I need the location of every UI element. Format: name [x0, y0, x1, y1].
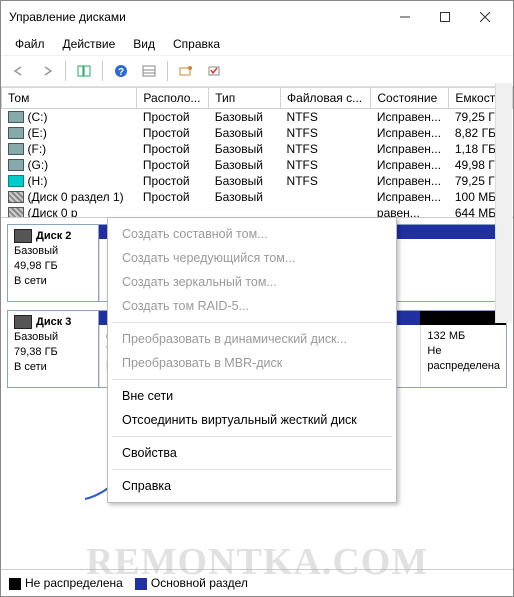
- svg-text:?: ?: [118, 67, 124, 78]
- ctx-offline[interactable]: Вне сети: [108, 384, 396, 408]
- volume-name: (H:): [28, 174, 48, 188]
- volume-name: (C:): [28, 110, 48, 124]
- disk-icon: [14, 229, 32, 243]
- legend: Не распределена Основной раздел: [1, 569, 513, 596]
- ctx-mirrored-volume: Создать зеркальный том...: [108, 270, 396, 294]
- volume-name: (Диск 0 раздел 1): [28, 190, 124, 204]
- table-row[interactable]: (G:)ПростойБазовыйNTFSИсправен...49,98 Г…: [2, 157, 513, 173]
- scrollbar-vertical[interactable]: [495, 83, 512, 323]
- volume-icon: [8, 111, 24, 123]
- table-row[interactable]: (C:)ПростойБазовыйNTFSИсправен...79,25 Г…: [2, 109, 513, 126]
- disk-info: Диск 3Базовый79,38 ГБВ сети: [8, 311, 99, 387]
- table-row[interactable]: (E:)ПростойБазовыйNTFSИсправен...8,82 ГБ: [2, 125, 513, 141]
- window-title: Управление дисками: [9, 10, 385, 24]
- partition-header: [420, 311, 506, 325]
- menu-file[interactable]: Файл: [7, 35, 53, 53]
- ctx-convert-dynamic: Преобразовать в динамический диск...: [108, 327, 396, 351]
- ctx-spanned-volume: Создать составной том...: [108, 222, 396, 246]
- table-row[interactable]: (H:)ПростойБазовыйNTFSИсправен...79,25 Г…: [2, 173, 513, 189]
- view-grid-button[interactable]: [72, 59, 96, 83]
- partition[interactable]: 132 МБНе распределена: [420, 311, 506, 387]
- table-row[interactable]: (F:)ПростойБазовыйNTFSИсправен...1,18 ГБ: [2, 141, 513, 157]
- volume-name: (E:): [28, 126, 47, 140]
- volume-name: (G:): [28, 158, 49, 172]
- ctx-raid5-volume: Создать том RAID-5...: [108, 294, 396, 318]
- settings-button[interactable]: [174, 59, 198, 83]
- col-status[interactable]: Состояние: [371, 88, 449, 109]
- legend-unallocated: Не распределена: [9, 576, 123, 590]
- toolbar: ?: [1, 55, 513, 87]
- col-volume[interactable]: Том: [2, 88, 137, 109]
- properties-button[interactable]: [202, 59, 226, 83]
- view-list-button[interactable]: [137, 59, 161, 83]
- menu-action[interactable]: Действие: [55, 35, 124, 53]
- table-row[interactable]: (Диск 0 раздел 1)ПростойБазовыйИсправен.…: [2, 189, 513, 205]
- volume-name: (Диск 0 р: [28, 206, 78, 218]
- context-menu: Создать составной том... Создать чередую…: [107, 217, 397, 503]
- minimize-button[interactable]: [385, 2, 425, 32]
- help-button[interactable]: ?: [109, 59, 133, 83]
- ctx-striped-volume: Создать чередующийся том...: [108, 246, 396, 270]
- menu-bar: Файл Действие Вид Справка: [1, 33, 513, 55]
- back-button[interactable]: [7, 59, 31, 83]
- maximize-button[interactable]: [425, 2, 465, 32]
- menu-view[interactable]: Вид: [125, 35, 163, 53]
- volume-icon: [8, 191, 24, 203]
- volume-name: (F:): [28, 142, 47, 156]
- disk-info: Диск 2Базовый49,98 ГБВ сети: [8, 225, 99, 301]
- menu-help[interactable]: Справка: [165, 35, 228, 53]
- window: Управление дисками Файл Действие Вид Спр…: [0, 0, 514, 597]
- volume-icon: [8, 207, 24, 218]
- volume-icon: [8, 143, 24, 155]
- col-type[interactable]: Тип: [209, 88, 281, 109]
- ctx-convert-mbr: Преобразовать в MBR-диск: [108, 351, 396, 375]
- legend-primary: Основной раздел: [135, 576, 248, 590]
- volume-list[interactable]: Том Располо... Тип Файловая с... Состоян…: [1, 87, 513, 218]
- volume-icon: [8, 127, 24, 139]
- partition-body: 132 МБНе распределена: [420, 325, 506, 387]
- disk-icon: [14, 315, 32, 329]
- volume-icon: [8, 175, 24, 187]
- close-button[interactable]: [465, 2, 505, 32]
- forward-button[interactable]: [35, 59, 59, 83]
- title-bar: Управление дисками: [1, 1, 513, 33]
- ctx-detach-vhd[interactable]: Отсоединить виртуальный жесткий диск: [108, 408, 396, 432]
- ctx-properties[interactable]: Свойства: [108, 441, 396, 465]
- col-layout[interactable]: Располо...: [137, 88, 209, 109]
- volume-icon: [8, 159, 24, 171]
- ctx-help[interactable]: Справка: [108, 474, 396, 498]
- col-fs[interactable]: Файловая с...: [281, 88, 371, 109]
